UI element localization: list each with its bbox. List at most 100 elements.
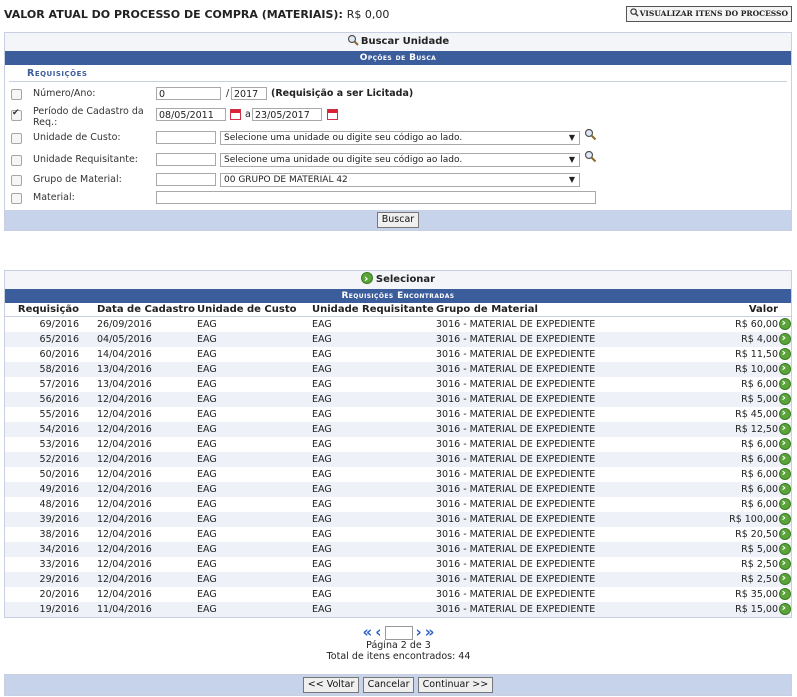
select-arrow-icon[interactable]	[778, 556, 791, 570]
custo-checkbox[interactable]	[11, 133, 22, 144]
chevron-down-icon: ▼	[568, 133, 575, 142]
cell-data-cadastro: 12/04/2016	[81, 497, 197, 512]
cell-data-cadastro: 12/04/2016	[81, 572, 197, 587]
next-page-icon[interactable]: ›	[416, 625, 422, 640]
cell-requisicao: 55/2016	[5, 407, 81, 422]
search-button[interactable]: Buscar	[376, 212, 420, 228]
cell-valor: R$ 100,00	[686, 512, 778, 527]
table-row: 39/2016 12/04/2016 EAG EAG 3016 - MATERIAL D…	[5, 511, 791, 527]
cell-requisicao: 49/2016	[5, 482, 81, 497]
select-arrow-icon[interactable]	[778, 346, 791, 360]
select-arrow-icon[interactable]	[778, 466, 791, 480]
material-input[interactable]	[156, 191, 596, 204]
periodo-label: Período de Cadastro da Req.:	[33, 106, 144, 128]
select-arrow-icon[interactable]	[778, 511, 791, 525]
cell-data-cadastro: 12/04/2016	[81, 422, 197, 437]
table-row: 49/2016 12/04/2016 EAG EAG 3016 - MATERIAL D…	[5, 481, 791, 497]
cell-data-cadastro: 12/04/2016	[81, 587, 197, 602]
select-arrow-icon[interactable]	[778, 496, 791, 510]
select-arrow-icon[interactable]	[778, 376, 791, 390]
cell-requisicao: 20/2016	[5, 587, 81, 602]
select-arrow-icon[interactable]	[778, 571, 791, 585]
cancel-button[interactable]: Cancelar	[362, 677, 415, 693]
requisitante-checkbox[interactable]	[11, 155, 22, 166]
select-arrow-icon[interactable]	[778, 436, 791, 450]
requisitions-section-title: Requisições	[9, 65, 787, 82]
search-icon[interactable]	[584, 128, 597, 141]
cell-valor: R$ 15,00	[686, 602, 778, 617]
select-arrow-icon[interactable]	[778, 361, 791, 375]
periodo-to-input[interactable]: 23/05/2017	[252, 108, 322, 121]
search-unit-link[interactable]: Buscar Unidade	[5, 33, 791, 51]
select-arrow-icon[interactable]	[778, 421, 791, 435]
select-arrow-icon[interactable]	[778, 586, 791, 600]
cell-valor: R$ 20,50	[686, 527, 778, 542]
select-arrow-icon[interactable]	[778, 406, 791, 420]
cell-data-cadastro: 12/04/2016	[81, 482, 197, 497]
select-arrow-icon[interactable]	[778, 331, 791, 345]
results-panel: Selecionar Requisições Encontradas Requi…	[4, 270, 792, 618]
search-options-title: Opções de Busca	[5, 51, 791, 65]
cell-action	[778, 601, 791, 617]
custo-code-input[interactable]	[156, 131, 216, 144]
cell-data-cadastro: 04/05/2016	[81, 332, 197, 347]
grupo-code-input[interactable]	[156, 173, 216, 186]
requisitante-code-input[interactable]	[156, 153, 216, 166]
last-page-icon[interactable]: »	[425, 625, 435, 640]
cell-requisicao: 50/2016	[5, 467, 81, 482]
view-items-button[interactable]: VISUALIZAR ITENS DO PROCESSO	[625, 6, 792, 22]
periodo-from-input[interactable]: 08/05/2011	[156, 108, 226, 121]
cell-data-cadastro: 13/04/2016	[81, 362, 197, 377]
col-unidade-custo: Unidade de Custo	[197, 303, 312, 317]
continue-button[interactable]: Continuar >>	[417, 677, 494, 693]
select-arrow-icon[interactable]	[778, 601, 791, 615]
table-row: 58/2016 13/04/2016 EAG EAG 3016 - MATERIAL D…	[5, 361, 791, 377]
requisitante-select-value: Selecione uma unidade ou digite seu códi…	[224, 155, 463, 165]
search-footer: Buscar	[5, 210, 791, 230]
cell-valor: R$ 6,00	[686, 497, 778, 512]
page-number-input[interactable]	[384, 626, 413, 640]
table-row: 55/2016 12/04/2016 EAG EAG 3016 - MATERIAL D…	[5, 406, 791, 422]
col-data-cadastro: Data de Cadastro	[81, 303, 197, 317]
calendar-icon[interactable]	[327, 109, 338, 120]
numero-input[interactable]: 0	[156, 87, 221, 100]
table-row: 56/2016 12/04/2016 EAG EAG 3016 - MATERIAL D…	[5, 391, 791, 407]
table-row: 69/2016 26/09/2016 EAG EAG 3016 - MATERIAL D…	[5, 316, 791, 332]
cell-unidade-requisitante: EAG	[312, 557, 436, 572]
back-button[interactable]: << Voltar	[302, 677, 360, 693]
cell-action	[778, 406, 791, 422]
previous-page-icon[interactable]: ‹	[375, 625, 381, 640]
cell-data-cadastro: 12/04/2016	[81, 392, 197, 407]
cell-data-cadastro: 14/04/2016	[81, 347, 197, 362]
cell-unidade-requisitante: EAG	[312, 316, 436, 332]
cell-requisicao: 54/2016	[5, 422, 81, 437]
ano-input[interactable]: 2017	[231, 87, 267, 100]
select-arrow-icon[interactable]	[778, 451, 791, 465]
cell-valor: R$ 5,00	[686, 392, 778, 407]
calendar-icon[interactable]	[230, 109, 241, 120]
cell-data-cadastro: 11/04/2016	[81, 602, 197, 617]
custo-select[interactable]: Selecione uma unidade ou digite seu códi…	[220, 131, 580, 145]
numero-checkbox[interactable]	[11, 89, 22, 100]
material-checkbox[interactable]	[11, 193, 22, 204]
grupo-select[interactable]: 00 GRUPO DE MATERIAL 42 ▼	[220, 173, 580, 187]
select-arrow-icon[interactable]	[778, 541, 791, 555]
select-arrow-icon[interactable]	[778, 526, 791, 540]
periodo-checkbox[interactable]	[11, 108, 22, 121]
cell-valor: R$ 6,00	[686, 482, 778, 497]
cell-data-cadastro: 12/04/2016	[81, 437, 197, 452]
requisitante-select[interactable]: Selecione uma unidade ou digite seu códi…	[220, 153, 580, 167]
cell-valor: R$ 4,00	[686, 332, 778, 347]
select-arrow-icon[interactable]	[778, 316, 791, 330]
periodo-row: Período de Cadastro da Req.: 08/05/2011 …	[5, 105, 791, 128]
first-page-icon[interactable]: «	[363, 625, 373, 640]
select-arrow-icon[interactable]	[778, 391, 791, 405]
grupo-checkbox[interactable]	[11, 175, 22, 186]
cell-unidade-custo: EAG	[197, 392, 312, 407]
requisitante-row: Unidade Requisitante: Selecione uma unid…	[5, 150, 791, 169]
table-row: 53/2016 12/04/2016 EAG EAG 3016 - MATERIAL D…	[5, 436, 791, 452]
select-arrow-icon[interactable]	[778, 481, 791, 495]
cell-action	[778, 376, 791, 392]
search-icon[interactable]	[584, 150, 597, 163]
cell-requisicao: 38/2016	[5, 527, 81, 542]
